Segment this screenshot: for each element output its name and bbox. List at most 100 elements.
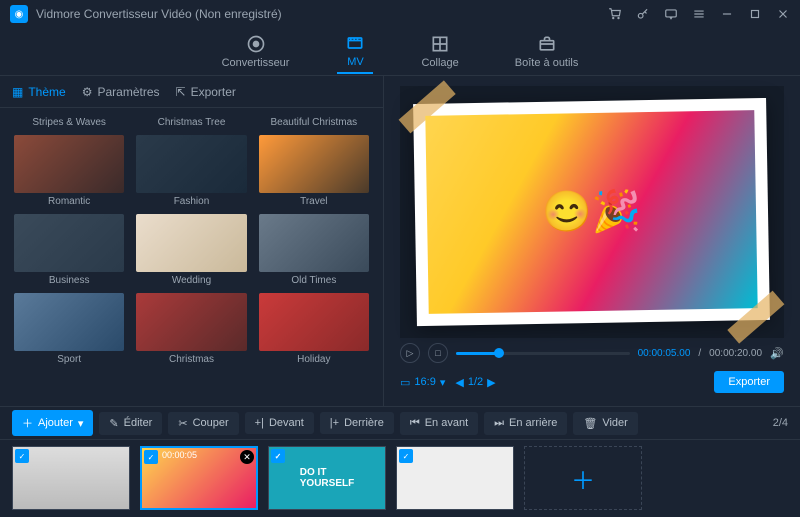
behind-button[interactable]: |+Derrière bbox=[320, 412, 394, 434]
theme-thumb[interactable] bbox=[14, 293, 124, 351]
theme-label: Old Times bbox=[259, 275, 369, 286]
clip-check-icon: ✓ bbox=[399, 449, 413, 463]
nav-collage-label: Collage bbox=[421, 57, 458, 69]
nav-converter[interactable]: Convertisseur bbox=[214, 30, 298, 73]
clip-check-icon: ✓ bbox=[15, 449, 29, 463]
play-button[interactable]: ▷ bbox=[400, 343, 420, 363]
chevron-down-icon: ▾ bbox=[78, 417, 84, 430]
clip-counter: 2/4 bbox=[773, 417, 788, 429]
toolbox-icon bbox=[537, 34, 557, 54]
theme-thumb[interactable] bbox=[136, 214, 246, 272]
clip-item[interactable]: DO ITYOURSELF✓ bbox=[268, 446, 386, 510]
player-controls: ▷ □ 00:00:05.00 / 00:00:20.00 🔊 bbox=[400, 338, 784, 368]
menu-icon[interactable] bbox=[692, 7, 706, 21]
tab-settings[interactable]: ⚙ Paramètres bbox=[82, 85, 160, 99]
aspect-value: 16:9 bbox=[414, 376, 435, 388]
main-nav: Convertisseur MV Collage Boîte à outils bbox=[0, 28, 800, 76]
tab-theme-label: Thème bbox=[28, 85, 65, 99]
nav-converter-label: Convertisseur bbox=[222, 57, 290, 69]
edit-button[interactable]: ✎Éditer bbox=[99, 412, 162, 435]
theme-thumb[interactable] bbox=[259, 293, 369, 351]
front-button[interactable]: +|Devant bbox=[245, 412, 314, 434]
nav-mv-label: MV bbox=[347, 56, 364, 68]
feedback-icon[interactable] bbox=[664, 7, 678, 21]
theme-label: Wedding bbox=[136, 275, 246, 286]
nav-toolbox-label: Boîte à outils bbox=[515, 57, 579, 69]
theme-label: Holiday bbox=[259, 354, 369, 365]
panel-tabs: ▦ Thème ⚙ Paramètres ⇱ Exporter bbox=[0, 76, 383, 108]
clip-item[interactable]: ✓ bbox=[12, 446, 130, 510]
preview-frame: 😊🎉 bbox=[413, 98, 770, 326]
clip-check-icon: ✓ bbox=[144, 450, 158, 464]
stop-button[interactable]: □ bbox=[428, 343, 448, 363]
gear-icon: ⚙ bbox=[82, 85, 93, 99]
tab-export[interactable]: ⇱ Exporter bbox=[176, 85, 236, 99]
content: ▦ Thème ⚙ Paramètres ⇱ Exporter Stripes … bbox=[0, 76, 800, 406]
theme-thumb[interactable] bbox=[136, 293, 246, 351]
trash-icon: 🗑 bbox=[583, 417, 597, 430]
time-sep: / bbox=[698, 348, 701, 359]
theme-label: Stripes & Waves bbox=[14, 117, 124, 128]
tab-settings-label: Paramètres bbox=[97, 85, 159, 99]
aspect-selector[interactable]: ▭16:9▾ bbox=[400, 376, 445, 389]
backward-button[interactable]: ⏭En arrière bbox=[484, 412, 567, 435]
add-clip-button[interactable]: ＋ bbox=[524, 446, 642, 510]
minimize-icon[interactable] bbox=[720, 7, 734, 21]
tab-theme[interactable]: ▦ Thème bbox=[12, 85, 66, 99]
titlebar: ◉ Vidmore Convertisseur Vidéo (Non enreg… bbox=[0, 0, 800, 28]
theme-thumb[interactable] bbox=[259, 214, 369, 272]
add-label: Ajouter bbox=[38, 417, 73, 429]
plus-icon: ＋ bbox=[22, 415, 33, 431]
clip-duration: 00:00:05 bbox=[162, 450, 197, 460]
right-icon: ▶ bbox=[487, 376, 495, 389]
clear-button[interactable]: 🗑 Vider bbox=[573, 412, 637, 435]
window-controls bbox=[608, 7, 790, 21]
theme-thumb[interactable] bbox=[14, 214, 124, 272]
theme-label: Fashion bbox=[136, 196, 246, 207]
timeline: ✓ ✓ 00:00:05 ✕ DO ITYOURSELF✓ ✓ ＋ bbox=[0, 440, 800, 516]
theme-thumb[interactable] bbox=[14, 135, 124, 193]
app-logo: ◉ bbox=[10, 5, 28, 23]
tab-export-label: Exporter bbox=[191, 85, 236, 99]
app-title: Vidmore Convertisseur Vidéo (Non enregis… bbox=[36, 7, 608, 21]
volume-icon[interactable]: 🔊 bbox=[770, 346, 784, 360]
close-icon[interactable] bbox=[776, 7, 790, 21]
nav-mv[interactable]: MV bbox=[337, 29, 373, 74]
theme-thumb[interactable] bbox=[136, 135, 246, 193]
export-button[interactable]: Exporter bbox=[714, 371, 784, 393]
left-panel: ▦ Thème ⚙ Paramètres ⇱ Exporter Stripes … bbox=[0, 76, 384, 406]
theme-label: Travel bbox=[259, 196, 369, 207]
key-icon[interactable] bbox=[636, 7, 650, 21]
theme-label: Christmas Tree bbox=[136, 117, 246, 128]
seek-slider[interactable] bbox=[456, 352, 630, 355]
edit-label: Éditer bbox=[124, 417, 153, 429]
cut-button[interactable]: ✂Couper bbox=[168, 412, 238, 435]
nav-toolbox[interactable]: Boîte à outils bbox=[507, 30, 587, 73]
right-panel: 😊🎉 ▷ □ 00:00:05.00/00:00:20.00 🔊 ▭16:9▾ … bbox=[384, 76, 800, 406]
theme-label: Christmas bbox=[136, 354, 246, 365]
clip-item-selected[interactable]: ✓ 00:00:05 ✕ bbox=[140, 446, 258, 510]
clear-label: Vider bbox=[602, 417, 627, 429]
page-selector[interactable]: ◀1/2▶ bbox=[455, 376, 495, 389]
theme-thumb[interactable] bbox=[259, 135, 369, 193]
theme-label: Business bbox=[14, 275, 124, 286]
time-current: 00:00:05.00 bbox=[638, 348, 691, 359]
preview-photo: 😊🎉 bbox=[426, 110, 759, 313]
preview-area: 😊🎉 bbox=[400, 86, 784, 338]
clip-toolbar: ＋ Ajouter ▾ ✎Éditer ✂Couper +|Devant |+Der… bbox=[0, 406, 800, 440]
clip-item[interactable]: ✓ bbox=[396, 446, 514, 510]
maximize-icon[interactable] bbox=[748, 7, 762, 21]
time-total: 00:00:20.00 bbox=[709, 348, 762, 359]
forward-button[interactable]: ⏮En avant bbox=[400, 412, 478, 435]
behind-label: Derrière bbox=[344, 417, 384, 429]
plus-icon: ＋ bbox=[571, 461, 595, 496]
nav-collage[interactable]: Collage bbox=[413, 30, 466, 73]
front-label: Devant bbox=[269, 417, 304, 429]
cart-icon[interactable] bbox=[608, 7, 622, 21]
clip-check-icon: ✓ bbox=[271, 449, 285, 463]
export-icon: ⇱ bbox=[176, 85, 186, 99]
add-button[interactable]: ＋ Ajouter ▾ bbox=[12, 410, 93, 436]
forward-label: En avant bbox=[425, 417, 468, 429]
theme-label: Romantic bbox=[14, 196, 124, 207]
clip-remove-icon[interactable]: ✕ bbox=[240, 450, 254, 464]
